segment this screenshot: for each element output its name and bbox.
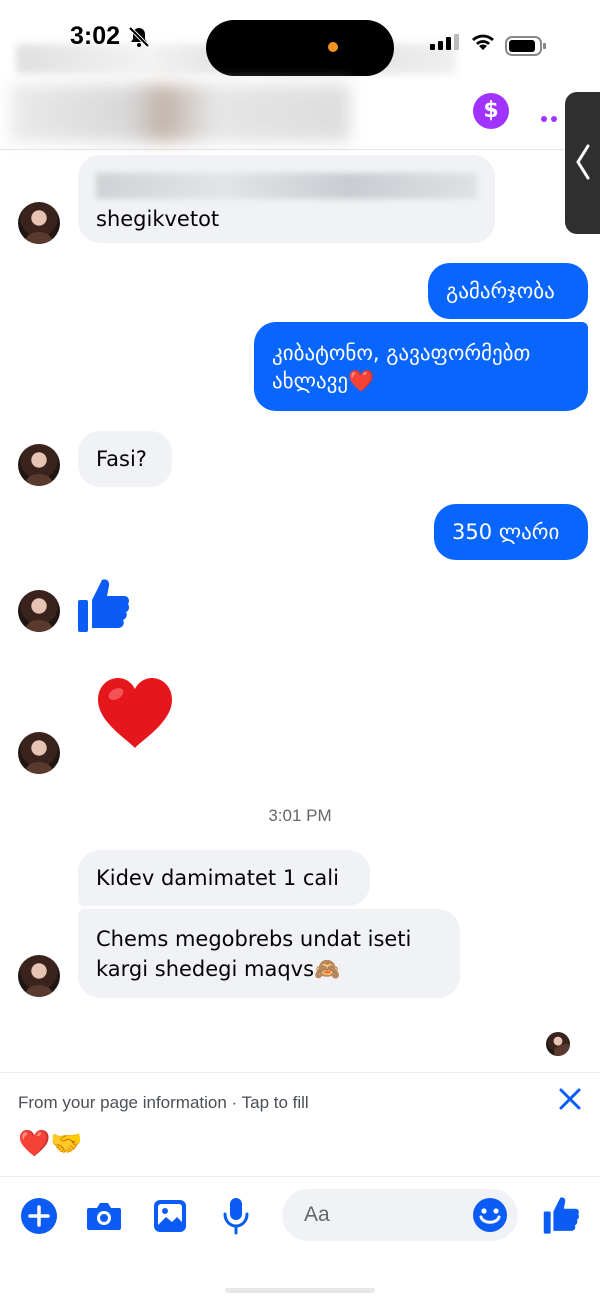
message-input-container[interactable] <box>282 1189 518 1241</box>
redacted-text <box>96 173 477 199</box>
contact-avatar[interactable] <box>18 444 60 486</box>
contact-avatar[interactable] <box>18 955 60 997</box>
heart-emoji[interactable] <box>96 676 174 756</box>
thumbs-up-icon[interactable] <box>76 576 130 638</box>
incoming-message[interactable]: shegikvetot <box>78 155 495 243</box>
gallery-icon[interactable] <box>153 1199 187 1237</box>
outgoing-message[interactable]: გამარჯობა <box>428 263 588 319</box>
cellular-signal-icon <box>430 34 460 54</box>
message-timestamp: 3:01 PM <box>268 806 332 825</box>
status-time: 3:02 <box>70 22 121 50</box>
battery-icon <box>505 36 547 60</box>
emoji-icon[interactable] <box>472 1197 508 1237</box>
contact-avatar[interactable] <box>18 590 60 632</box>
contact-info-redacted[interactable] <box>10 84 350 142</box>
suggestion-text[interactable]: From your page information · Tap to fill <box>18 1093 309 1113</box>
wifi-icon <box>470 30 496 56</box>
message-text: shegikvetot <box>96 207 220 231</box>
like-icon[interactable] <box>542 1195 580 1239</box>
outgoing-message[interactable]: კიბატონო, გავაფორმებთ ახლავე❤️ <box>254 322 588 411</box>
page-info-suggestion[interactable]: From your page information · Tap to fill… <box>0 1072 600 1176</box>
incoming-message[interactable]: Fasi? <box>78 431 172 487</box>
chat-header: $ <box>0 76 600 150</box>
add-icon[interactable] <box>20 1197 58 1239</box>
message-input[interactable] <box>304 1201 474 1229</box>
camera-icon[interactable] <box>86 1201 122 1235</box>
home-indicator <box>225 1288 375 1293</box>
dynamic-island <box>206 20 394 76</box>
read-receipt-avatar <box>546 1032 570 1056</box>
suggestion-emojis[interactable]: ❤️🤝 <box>18 1129 83 1159</box>
close-icon[interactable] <box>556 1085 584 1117</box>
contact-avatar[interactable] <box>18 202 60 244</box>
incoming-message[interactable]: Kidev damimatet 1 cali <box>78 850 370 906</box>
contact-avatar[interactable] <box>18 732 60 774</box>
message-composer <box>0 1176 600 1256</box>
chevron-left-icon <box>576 144 590 180</box>
bell-off-icon <box>128 26 150 52</box>
microphone-icon[interactable] <box>222 1197 250 1239</box>
incoming-message[interactable]: Chems megobrebs undat iseti kargi shedeg… <box>78 909 460 998</box>
payment-icon[interactable]: $ <box>473 93 509 129</box>
more-icon[interactable] <box>540 108 562 127</box>
side-panel-handle[interactable] <box>565 92 600 234</box>
outgoing-message[interactable]: 350 ლარი <box>434 504 588 560</box>
status-bar: 3:02 <box>0 0 600 80</box>
